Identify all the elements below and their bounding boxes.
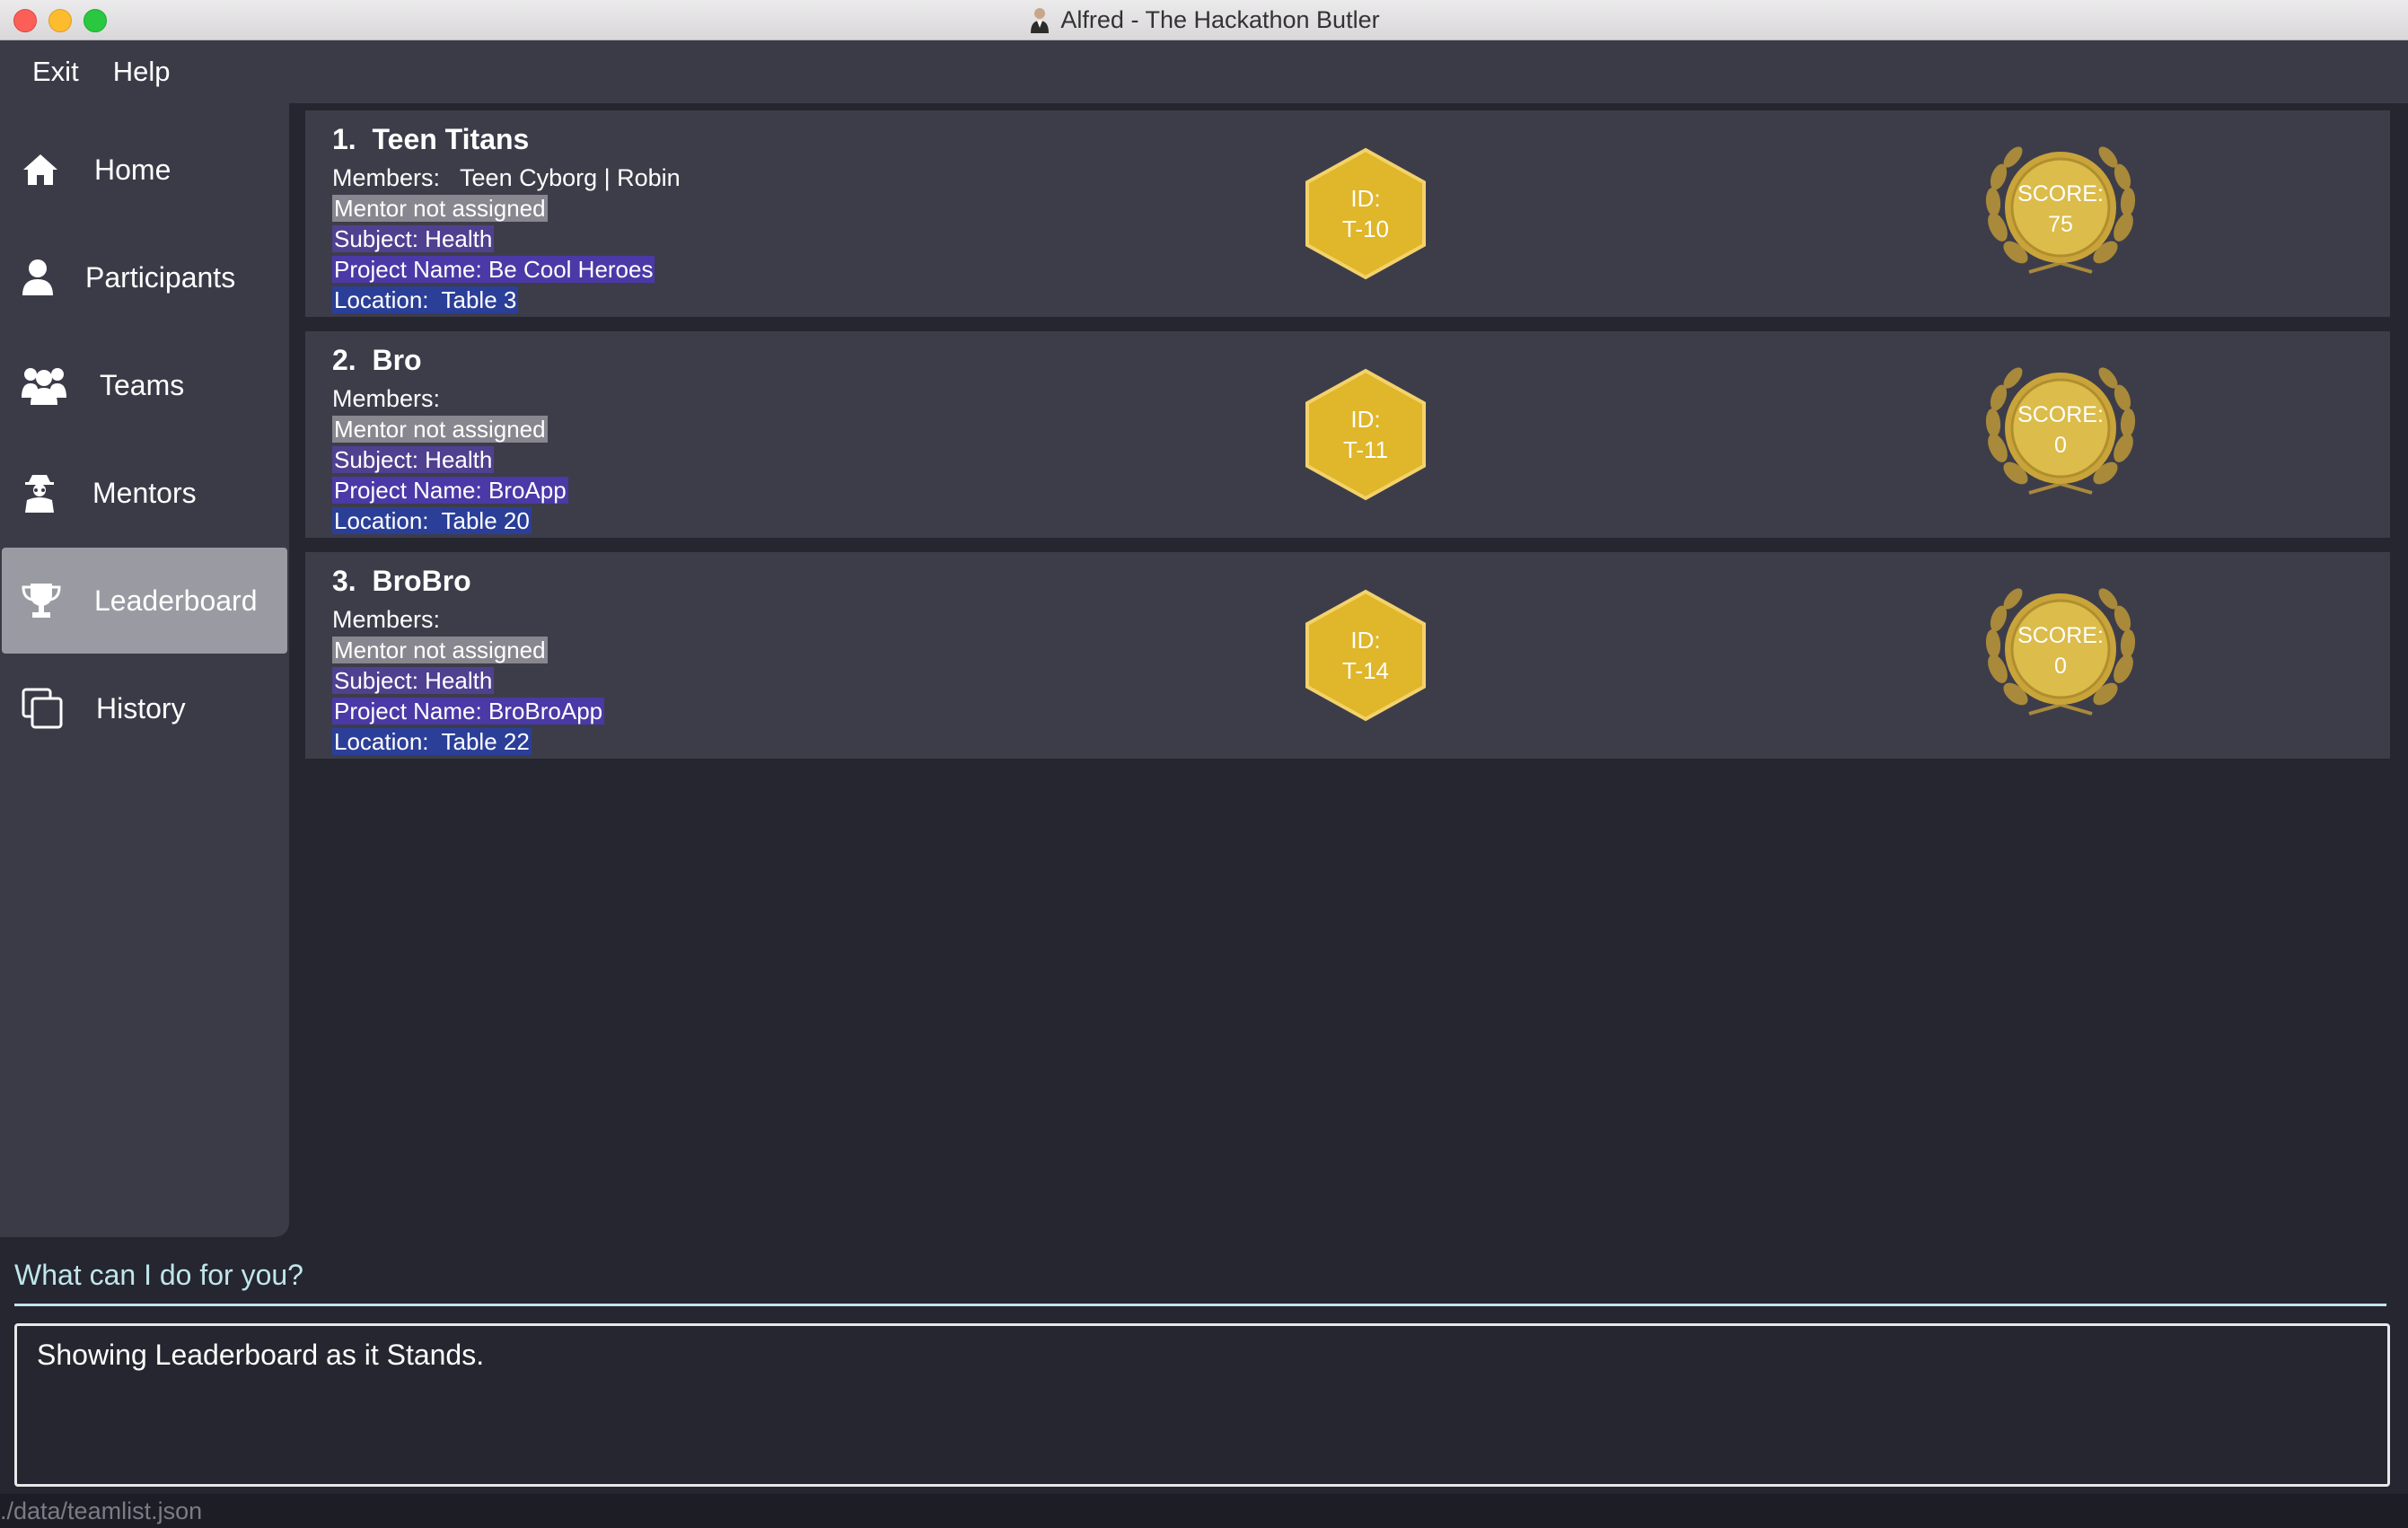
sidebar-item-label: Participants (85, 260, 236, 294)
leaderboard-list: 1. Teen Titans Members: Teen Cyborg | Ro… (289, 103, 2408, 1237)
team-score: 0 (2054, 654, 2067, 679)
mentor-icon (25, 475, 54, 513)
team-name: 1. Teen Titans (332, 123, 530, 155)
command-box (14, 1250, 2386, 1306)
team-score-label: SCORE: (2017, 181, 2104, 206)
team-score-badge: SCORE: 0 (1975, 358, 2146, 511)
sidebar-item-label: Leaderboard (94, 584, 258, 617)
team-card[interactable]: 2. Bro Members: Mentor not assigned Subj… (305, 331, 2390, 538)
team-score-label: SCORE: (2017, 623, 2104, 648)
menu-exit[interactable]: Exit (0, 56, 101, 88)
copy-icon (22, 688, 63, 729)
team-mentor: Mentor not assigned (332, 416, 548, 443)
team-id-label: ID: (1350, 185, 1381, 212)
team-mentor: Mentor not assigned (332, 637, 548, 663)
sidebar-item-label: Home (94, 153, 171, 186)
trophy-icon (22, 584, 61, 618)
command-input[interactable] (14, 1250, 2386, 1300)
team-card[interactable]: 1. Teen Titans Members: Teen Cyborg | Ro… (305, 110, 2390, 317)
team-subject: Subject: Health (332, 225, 495, 252)
team-id-badge: ID: T-11 (1298, 367, 1433, 502)
window-title-bar: Alfred - The Hackathon Butler (0, 0, 2408, 40)
team-members: Members: (332, 385, 441, 412)
team-name: 3. BroBro (332, 565, 471, 597)
butler-icon (1031, 8, 1050, 33)
sidebar-item-label: Teams (100, 368, 185, 401)
window-title: Alfred - The Hackathon Butler (1060, 5, 1380, 33)
team-score: 75 (2048, 212, 2073, 237)
home-icon (23, 154, 57, 185)
team-card[interactable]: 3. BroBro Members: Mentor not assigned S… (305, 552, 2390, 759)
status-file-path: ./data/teamlist.json (0, 1497, 203, 1524)
person-icon (22, 259, 53, 295)
team-id-badge: ID: T-14 (1298, 588, 1433, 723)
team-subject: Subject: Health (332, 446, 495, 473)
users-icon (22, 368, 66, 405)
sidebar-item-mentors[interactable]: Mentors (2, 440, 287, 546)
sidebar-item-participants[interactable]: Participants (2, 224, 287, 330)
team-members: Members: Teen Cyborg | Robin (332, 164, 681, 191)
result-text: Showing Leaderboard as it Stands. (37, 1339, 485, 1371)
sidebar-item-home[interactable]: Home (2, 117, 287, 223)
sidebar-item-label: History (96, 691, 186, 724)
team-location: Location: Table 22 (332, 728, 532, 755)
team-id-label: ID: (1350, 627, 1381, 654)
team-location: Location: Table 20 (332, 507, 532, 534)
sidebar-item-leaderboard[interactable]: Leaderboard (2, 548, 287, 654)
team-id-badge: ID: T-10 (1298, 146, 1433, 281)
team-members: Members: (332, 606, 441, 633)
team-name: 2. Bro (332, 344, 422, 376)
team-subject: Subject: Health (332, 667, 495, 694)
menu-help[interactable]: Help (101, 56, 192, 88)
team-project: Project Name: BroApp (332, 477, 568, 504)
sidebar-item-history[interactable]: History (2, 655, 287, 761)
team-score-label: SCORE: (2017, 402, 2104, 427)
team-location: Location: Table 3 (332, 286, 519, 313)
team-id-label: ID: (1350, 406, 1381, 433)
team-score-badge: SCORE: 0 (1975, 579, 2146, 732)
team-score-badge: SCORE: 75 (1975, 137, 2146, 290)
team-id: T-11 (1342, 436, 1389, 463)
team-id: T-14 (1341, 657, 1390, 684)
sidebar-item-teams[interactable]: Teams (2, 332, 287, 438)
team-project: Project Name: BroBroApp (332, 698, 605, 724)
team-id: T-10 (1341, 215, 1390, 242)
result-display: Showing Leaderboard as it Stands. (14, 1323, 2390, 1487)
menu-bar: Exit Help (0, 40, 2408, 103)
team-project: Project Name: Be Cool Heroes (332, 256, 655, 283)
status-bar: ./data/teamlist.json (0, 1494, 2408, 1528)
sidebar: Home Participants Teams Mentors Leaderbo… (0, 103, 289, 1237)
sidebar-item-label: Mentors (92, 476, 197, 509)
team-mentor: Mentor not assigned (332, 195, 548, 222)
team-score: 0 (2054, 433, 2067, 458)
